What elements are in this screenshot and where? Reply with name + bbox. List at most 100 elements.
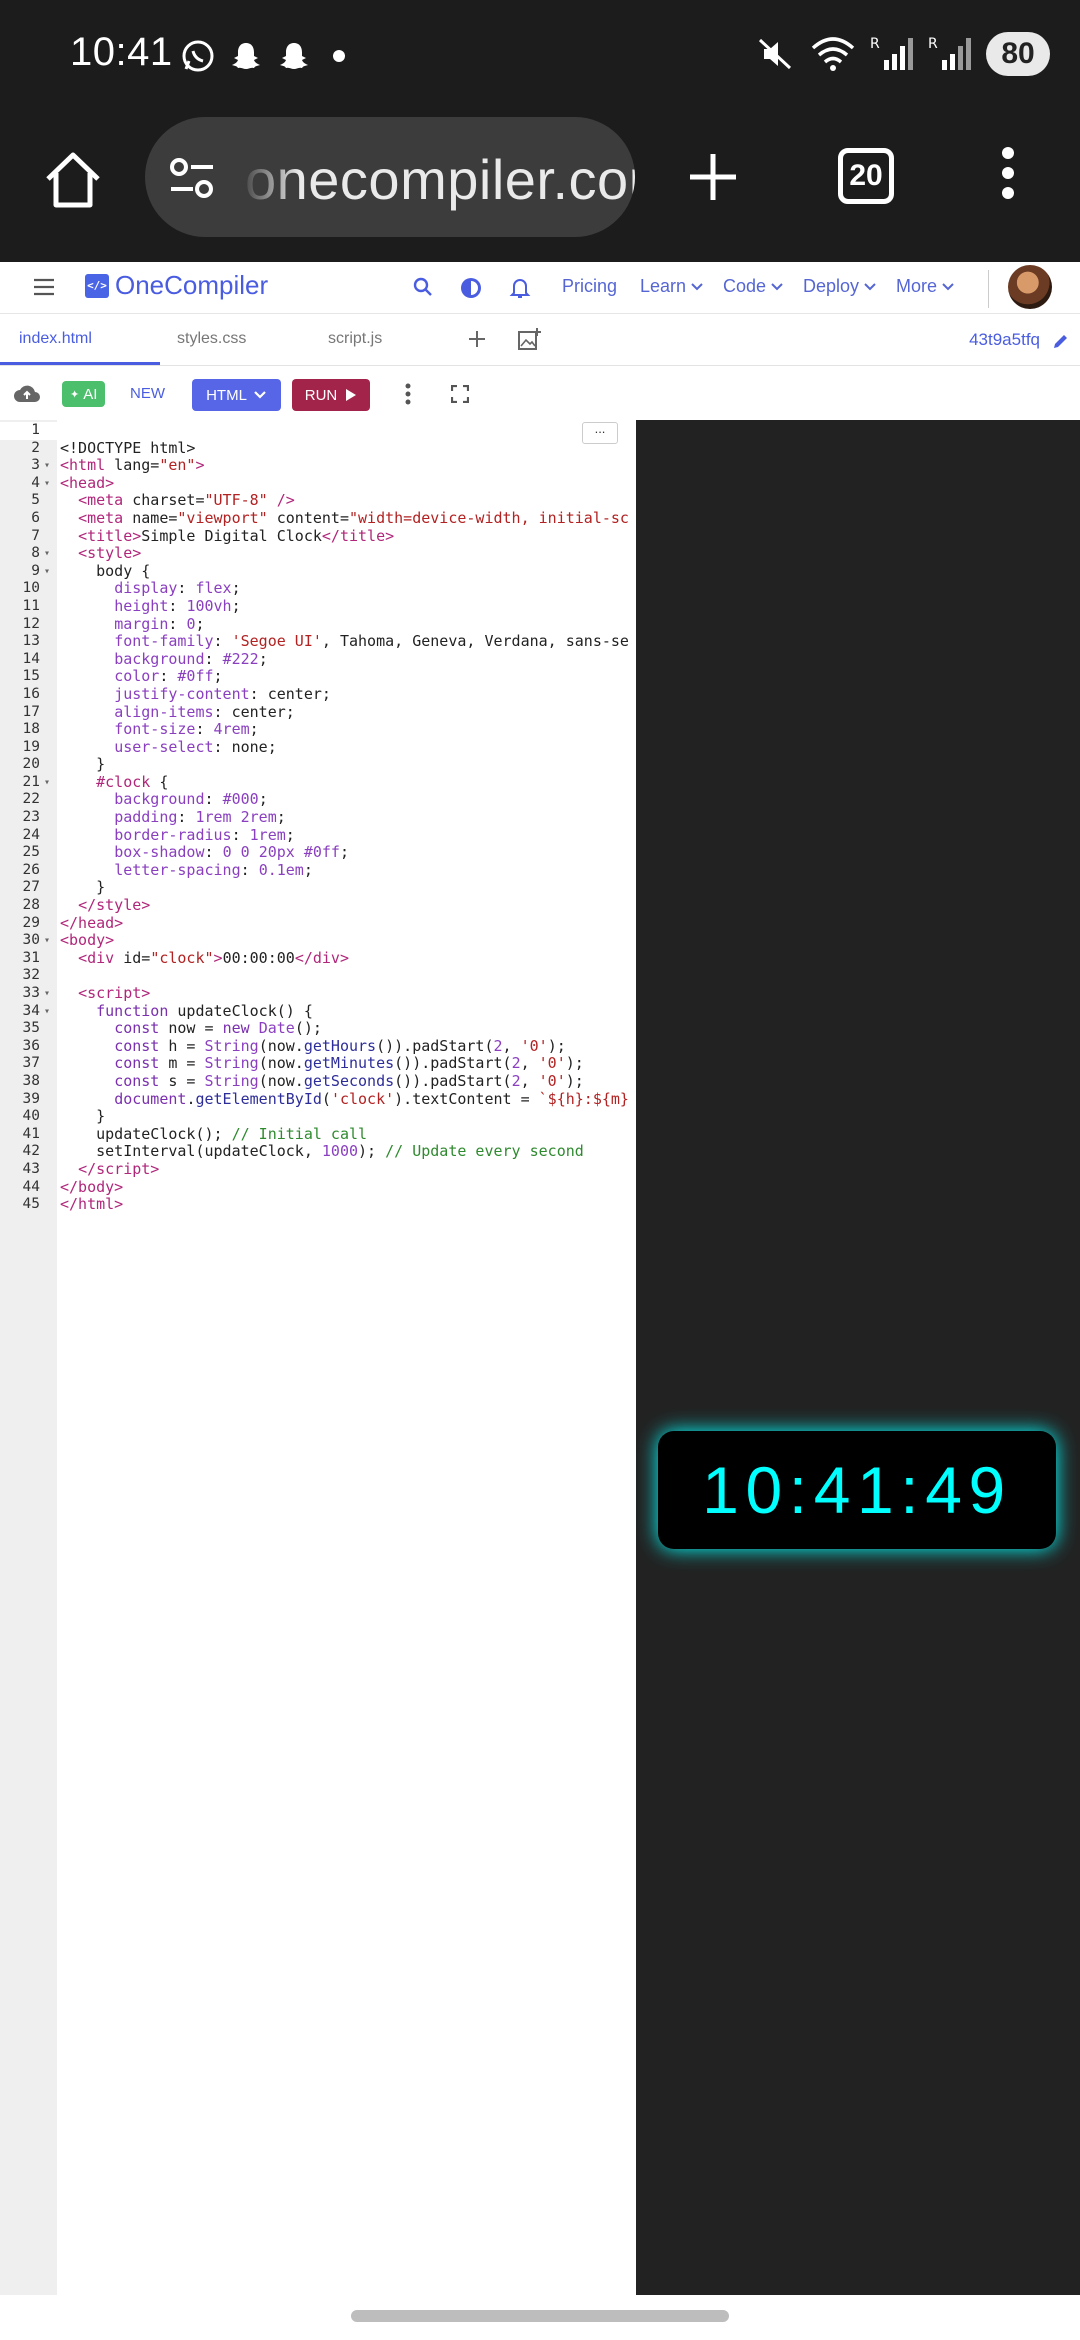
- file-id[interactable]: 43t9a5tfq: [969, 330, 1040, 350]
- new-tab-icon[interactable]: [686, 150, 740, 204]
- more-vert-icon[interactable]: [996, 143, 1020, 203]
- code-line: 11 height: 100vh;: [22, 597, 241, 615]
- site-settings-icon[interactable]: [167, 155, 217, 201]
- code-line: 15 color: #0ff;: [22, 668, 223, 686]
- nav-learn[interactable]: Learn: [640, 276, 704, 297]
- language-label: HTML: [206, 386, 247, 404]
- avatar[interactable]: [1008, 265, 1052, 309]
- output-preview: 10:41:49: [636, 420, 1080, 2295]
- home-icon[interactable]: [38, 145, 108, 215]
- chevron-down-icon: [254, 391, 266, 399]
- code-line: 21 ▾ #clock {: [22, 773, 169, 791]
- tab-switcher-button[interactable]: 20: [838, 148, 894, 204]
- code-line: 16 justify-content: center;: [22, 685, 331, 703]
- url-fade: [240, 117, 300, 237]
- code-line: 25 box-shadow: 0 0 20px #0ff;: [22, 844, 349, 862]
- ai-label: AI: [83, 385, 98, 403]
- code-line: 31 <div id="clock">00:00:00</div>: [22, 949, 349, 967]
- whatsapp-icon: [182, 40, 214, 72]
- code-line: 12 margin: 0;: [22, 615, 205, 633]
- search-icon[interactable]: [412, 276, 434, 298]
- edit-icon[interactable]: [1052, 332, 1070, 350]
- theme-toggle-icon[interactable]: [459, 276, 483, 300]
- snapchat-icon: [280, 43, 308, 69]
- code-line: 35 const now = new Date();: [22, 1020, 322, 1038]
- browser-toolbar: onecompiler.com 20: [0, 115, 1080, 262]
- ai-button[interactable]: ✦ AI: [62, 381, 106, 407]
- play-icon: [346, 389, 357, 401]
- nav-label: More: [896, 276, 938, 296]
- upload-image-icon[interactable]: [517, 327, 541, 351]
- brand-name: OneCompiler: [115, 270, 269, 300]
- more-options-icon[interactable]: [404, 383, 412, 405]
- code-line: 19 user-select: none;: [22, 738, 277, 756]
- url-text: onecompiler.com: [245, 148, 635, 211]
- code-lines: 1 2 <!DOCTYPE html> 3 ▾ <html lang="en"> 4 ▾…: [0, 422, 636, 1214]
- nav-deploy[interactable]: Deploy: [803, 276, 877, 297]
- code-line: 37 const m = String(now.getMinutes()).pa…: [22, 1055, 584, 1073]
- code-line: 6 <meta name="viewport" content="width=d…: [31, 509, 630, 527]
- snapchat-icon: [232, 43, 260, 69]
- editor-more-button[interactable]: ...: [582, 422, 618, 444]
- code-line: 20 }: [22, 756, 106, 774]
- code-line: 13 font-family: 'Segoe UI', Tahoma, Gene…: [22, 633, 630, 651]
- nav-pricing[interactable]: Pricing: [562, 276, 617, 297]
- cloud-upload-icon[interactable]: [13, 382, 41, 404]
- nav-more[interactable]: More: [896, 276, 955, 297]
- gesture-navigation-bar[interactable]: [351, 2310, 729, 2322]
- code-line: 28 </style>: [22, 897, 151, 915]
- code-line: 27 }: [22, 879, 106, 897]
- code-line: 32: [22, 967, 40, 984]
- tab-index-html[interactable]: index.html: [19, 330, 92, 348]
- code-line: 33 ▾ <script>: [22, 985, 151, 1002]
- tab-script-js[interactable]: script.js: [328, 330, 382, 348]
- chevron-down-icon: [864, 282, 876, 290]
- code-line: 42 setInterval(updateClock, 1000); // Up…: [22, 1143, 584, 1161]
- fullscreen-icon[interactable]: [451, 385, 469, 403]
- add-file-icon[interactable]: [467, 329, 487, 349]
- chevron-down-icon: [942, 282, 954, 290]
- code-line: 23 padding: 1rem 2rem;: [22, 809, 286, 827]
- system-icons: R R 80: [756, 32, 1050, 76]
- logo-mark: </>: [85, 273, 109, 298]
- dot-icon: [333, 50, 345, 62]
- code-line: 34 ▾ function updateClock() {: [22, 1002, 313, 1020]
- code-line: 36 const h = String(now.getHours()).padS…: [22, 1037, 566, 1055]
- code-line: 5 <meta charset="UTF-8" />: [31, 492, 295, 510]
- svg-text:R: R: [870, 36, 880, 52]
- address-bar[interactable]: onecompiler.com: [145, 117, 635, 237]
- notification-icons: [180, 38, 354, 74]
- code-line: 2 <!DOCTYPE html>: [31, 439, 196, 457]
- code-line: 8 ▾ <style>: [31, 545, 142, 563]
- code-line: 45 </html>: [22, 1196, 124, 1214]
- code-line: 30 ▾ <body>: [22, 932, 115, 950]
- editor-toolbar: ✦ AI NEW HTML RUN: [0, 366, 1080, 420]
- logo[interactable]: </> OneCompiler: [85, 270, 268, 301]
- code-line: 18 font-size: 4rem;: [22, 721, 259, 739]
- nav-code[interactable]: Code: [723, 276, 784, 297]
- new-button[interactable]: NEW: [130, 385, 165, 402]
- chevron-down-icon: [691, 282, 703, 290]
- clock-display: 10:41:49: [658, 1431, 1056, 1549]
- file-tabs: index.html styles.css script.js 43t9a5tf…: [0, 314, 1080, 366]
- run-label: RUN: [304, 386, 338, 404]
- code-line: 10 display: flex;: [22, 580, 241, 598]
- code-line: 43 </script>: [22, 1160, 160, 1178]
- mute-icon: [758, 38, 792, 70]
- status-time: 10:41: [70, 30, 173, 74]
- language-select[interactable]: HTML: [192, 379, 281, 411]
- tab-styles-css[interactable]: styles.css: [177, 330, 246, 348]
- nav-label: Code: [723, 276, 767, 296]
- code-line: 24 border-radius: 1rem;: [22, 826, 295, 844]
- run-button[interactable]: RUN: [292, 379, 370, 411]
- menu-icon[interactable]: [32, 277, 56, 297]
- code-line: 17 align-items: center;: [22, 703, 295, 721]
- bell-icon[interactable]: [509, 276, 531, 300]
- code-line: 1: [0, 422, 636, 440]
- file-id-text: 43t9a5tfq: [969, 330, 1040, 349]
- divider: [988, 270, 989, 308]
- code-editor[interactable]: 1 2 <!DOCTYPE html> 3 ▾ <html lang="en"> 4 ▾…: [0, 420, 636, 2295]
- code-line: 40 }: [22, 1108, 106, 1126]
- active-tab-indicator: [0, 362, 160, 365]
- code-line: 7 <title>Simple Digital Clock</title>: [31, 527, 395, 545]
